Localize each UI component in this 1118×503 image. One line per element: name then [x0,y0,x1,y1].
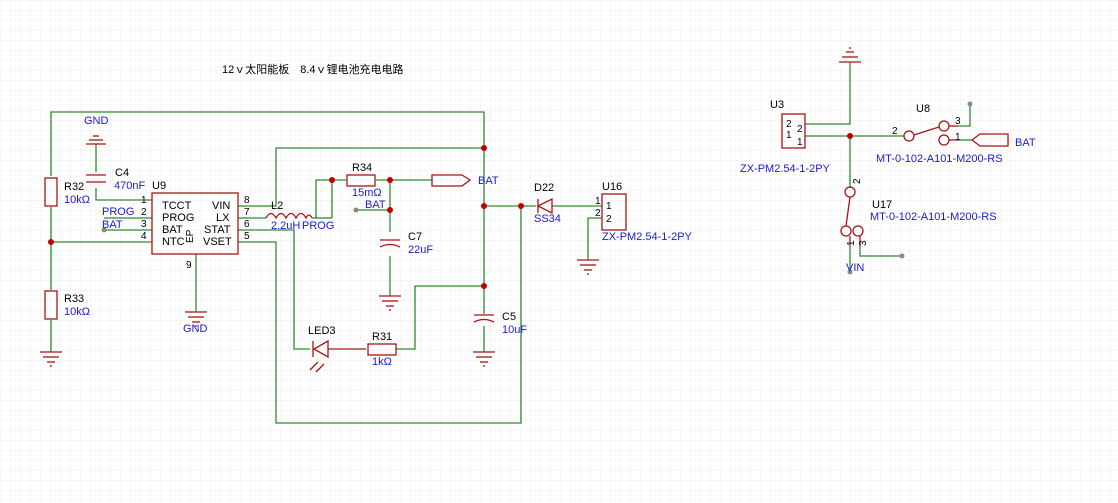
u8-ref: U8 [916,103,930,115]
u17-pinnum: 1 [846,240,857,246]
u9-pinnum: 1 [141,195,147,206]
junction-dot [48,239,54,245]
u9-pinnum: 3 [141,219,147,230]
netlabel-bat: BAT [1015,137,1036,149]
u16-ref: U16 [602,181,622,193]
junction-dot [387,177,393,183]
junction-dot [481,203,487,209]
u9-pin-vset: VSET [203,236,232,248]
u17-ref: U17 [872,199,892,211]
junction-dot [518,203,524,209]
u3-pin: 1 [786,130,792,141]
u9-pin-bat: BAT [162,224,183,236]
schematic-canvas: 12ｖ太阳能板 8.4ｖ锂电池充电电路 R32 10kΩ R33 10kΩ C4… [0,0,1118,503]
c7-ref: C7 [408,231,422,243]
u16-pin: 1 [606,201,612,212]
r32-value: 10kΩ [64,194,90,206]
junction-dot [481,145,487,151]
u3-pinnum: 1 [797,137,803,148]
junction-dot [847,133,853,139]
u17-value: MT-0-102-A101-M200-RS [870,211,997,223]
u17-pinnum: 2 [852,178,863,184]
u9-ep-label: EP [185,229,196,243]
u3-ref: U3 [770,99,784,111]
u9-pin-tcct: TCCT [162,200,192,212]
c4-value: 470nF [114,180,145,192]
u8-pinnum: 2 [892,126,898,137]
r34-ref: R34 [352,162,372,174]
c4-ref: C4 [115,167,129,179]
u9-pinnum: 6 [244,219,250,230]
grid-background [0,0,1118,503]
r33-ref: R33 [64,293,84,305]
netlabel-bat: BAT [365,199,386,211]
r34-value: 15mΩ [352,187,382,199]
netlabel-bat: BAT [478,175,499,187]
c5-ref: C5 [502,311,516,323]
r33-value: 10kΩ [64,306,90,318]
netlabel-dot [967,101,973,107]
u16-pin: 2 [606,214,612,225]
netlabel-gnd: GND [183,323,208,335]
u9-pin-prog: PROG [162,212,194,224]
r31-ref: R31 [372,331,392,343]
u16-value: ZX-PM2.54-1-2PY [602,231,693,243]
u3-pin: 2 [786,119,792,130]
netlabel-dot [899,253,905,259]
d22-value: SS34 [534,213,561,225]
r31-value: 1kΩ [372,356,392,368]
u3-pinnum: 2 [797,124,803,135]
junction-dot [329,177,335,183]
u9-pin-vin: VIN [212,200,230,212]
u9-pin-ntc: NTC [162,236,185,248]
u8-pinnum: 3 [955,116,961,127]
u17-pinnum: 3 [858,240,869,246]
netlabel-prog: PROG [102,206,134,218]
u8-value: MT-0-102-A101-M200-RS [876,153,1003,165]
l2-value: 2.2uH [271,220,300,232]
u3-value: ZX-PM2.54-1-2PY [740,163,831,175]
u9-ref: U9 [152,180,166,192]
c7-value: 22uF [408,244,433,256]
c5-value: 10uF [502,324,527,336]
junction-dot [481,283,487,289]
netlabel-bat: BAT [102,219,123,231]
netlabel-gnd: GND [84,115,109,127]
u9-pinnum: 7 [244,207,250,218]
u9-pinnum: 5 [244,231,250,242]
u9-pinnum: 4 [141,231,147,242]
u9-pinnum: 9 [186,260,192,271]
netlabel-prog: PROG [302,220,334,232]
netlabel-vin: VIN [846,262,864,274]
schematic-title: 12ｖ太阳能板 8.4ｖ锂电池充电电路 [222,62,404,76]
netlabel-dot [353,207,359,213]
u9-pin-stat: STAT [204,224,231,236]
d22-ref: D22 [534,182,554,194]
led3-ref: LED3 [308,325,336,337]
u16-pinnum: 1 [595,196,601,207]
u9-pinnum: 2 [141,207,147,218]
r32-ref: R32 [64,181,84,193]
u9-pinnum: 8 [244,195,250,206]
u9-pin-lx: LX [216,212,230,224]
u16-pinnum: 2 [595,208,601,219]
u8-pinnum: 1 [955,132,961,143]
l2-ref: L2 [271,200,283,212]
junction-dot [387,207,393,213]
